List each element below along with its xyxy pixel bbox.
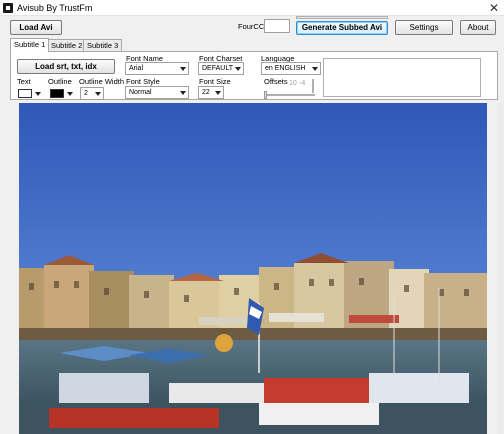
- tab-subtitle-2[interactable]: Subtitle 2: [47, 39, 87, 51]
- text-color-label: Text: [17, 77, 31, 86]
- harbor-photo: [19, 103, 487, 434]
- app-icon: [3, 3, 13, 13]
- settings-button[interactable]: Settings: [395, 20, 453, 35]
- load-subtitles-button[interactable]: Load srt, txt, idx: [17, 59, 115, 74]
- about-button[interactable]: About: [460, 20, 496, 35]
- outline-color-picker[interactable]: [50, 88, 73, 100]
- font-style-label: Font Style: [126, 77, 160, 86]
- outline-color-label: Outline: [48, 77, 72, 86]
- subtitle-preview-box: [323, 58, 481, 97]
- offset-y-value[interactable]: -4: [299, 80, 305, 87]
- offset-slider-thumb[interactable]: [264, 91, 267, 99]
- font-size-label: Font Size: [199, 77, 231, 86]
- font-style-value: Normal: [129, 89, 152, 96]
- outline-color-swatch: [50, 89, 64, 98]
- font-charset-value: DEFAULT: [202, 65, 233, 72]
- font-size-value: 22: [202, 89, 210, 96]
- chevron-down-icon: [35, 92, 41, 96]
- text-color-picker[interactable]: [18, 88, 41, 100]
- fourcc-label: FourCC: [238, 22, 265, 31]
- font-name-select[interactable]: Arial: [125, 62, 189, 75]
- video-preview: [19, 103, 487, 434]
- offset-vertical-slider[interactable]: [312, 79, 314, 93]
- load-avi-button[interactable]: Load Avi: [10, 20, 62, 35]
- language-select[interactable]: en ENGLISH: [261, 62, 321, 75]
- font-style-select[interactable]: Normal: [125, 86, 189, 99]
- tab-subtitle-3[interactable]: Subtitle 3: [83, 39, 123, 51]
- offset-x-value[interactable]: 10: [289, 80, 297, 87]
- chevron-down-icon: [180, 91, 186, 95]
- offsets-label: Offsets: [264, 77, 288, 86]
- generate-subbed-avi-button[interactable]: Generate Subbed Avi: [296, 21, 388, 35]
- tab-subtitle-1[interactable]: Subtitle 1: [10, 38, 50, 52]
- outline-width-value: 2: [84, 90, 88, 97]
- outline-width-select[interactable]: 2: [80, 87, 104, 100]
- preview-scrollbar[interactable]: [497, 103, 504, 434]
- window-title: Avisub By TrustFm: [17, 3, 93, 13]
- offset-horizontal-slider[interactable]: [265, 94, 315, 96]
- fourcc-input[interactable]: [264, 19, 290, 33]
- chevron-down-icon: [312, 67, 318, 71]
- outline-width-label: Outline Width: [79, 77, 125, 86]
- progress-indicator: [296, 16, 388, 19]
- close-icon[interactable]: ✕: [484, 0, 504, 16]
- font-charset-select[interactable]: DEFAULT: [198, 62, 244, 75]
- chevron-down-icon: [180, 67, 186, 71]
- font-name-value: Arial: [129, 65, 144, 72]
- text-color-swatch: [18, 89, 32, 98]
- chevron-down-icon: [215, 91, 221, 95]
- language-value: en ENGLISH: [265, 65, 306, 72]
- font-size-select[interactable]: 22: [198, 86, 224, 99]
- chevron-down-icon: [95, 92, 101, 96]
- chevron-down-icon: [235, 67, 241, 71]
- title-bar: Avisub By TrustFm ✕: [0, 0, 504, 16]
- chevron-down-icon: [67, 92, 73, 96]
